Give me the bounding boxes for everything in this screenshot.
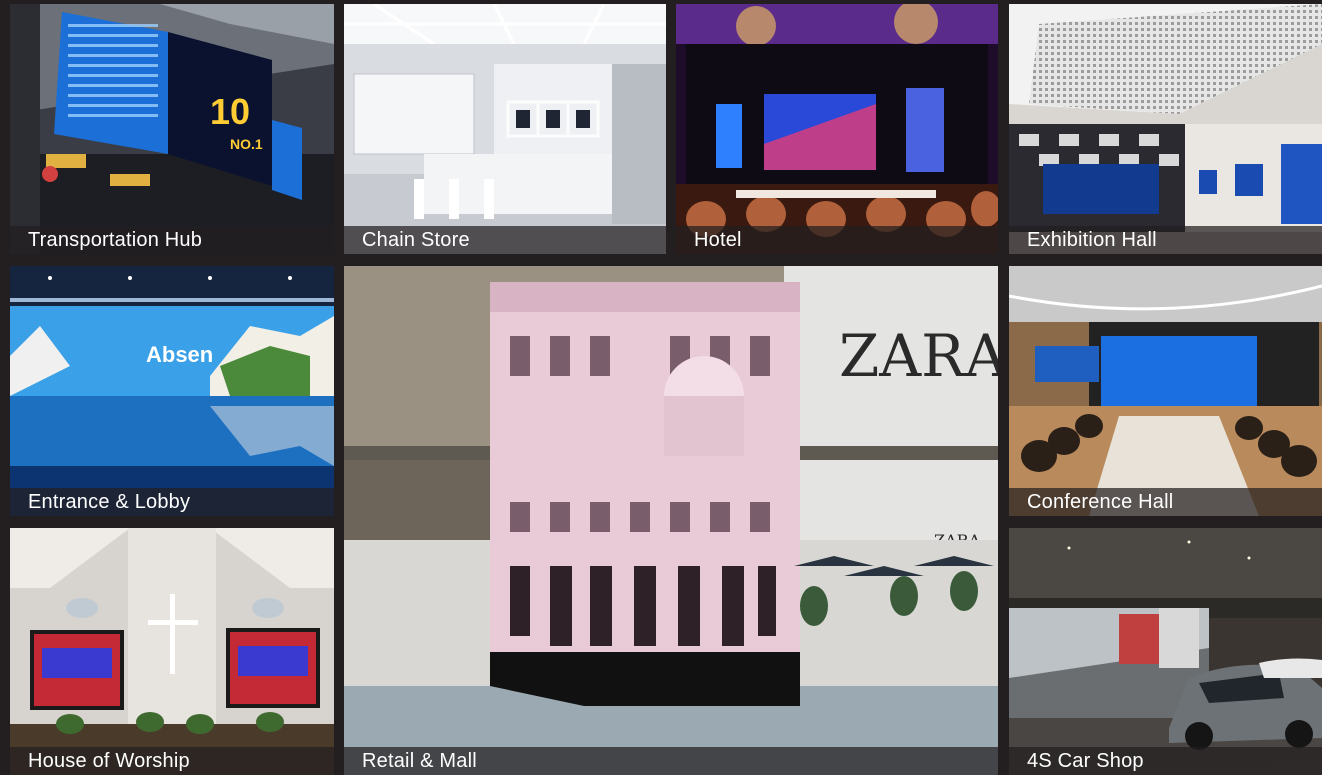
caption-bar: Retail & Mall [344,747,998,775]
tile-conference-hall[interactable]: Conference Hall [1009,266,1322,516]
tile-retail-mall[interactable]: ZARA ZARA Retail & Mall [344,266,998,775]
tile-label: 4S Car Shop [1027,750,1144,772]
retail-store-brand: ZARA [839,322,998,390]
chain-store-image [344,4,666,254]
hotel-image [676,4,998,254]
tile-label: House of Worship [28,750,190,772]
caption-bar: Exhibition Hall [1009,226,1322,254]
tile-label: Exhibition Hall [1027,229,1157,251]
retail-mall-image: ZARA ZARA [344,266,998,775]
car-shop-image [1009,528,1322,775]
caption-bar: House of Worship [10,747,334,775]
entrance-lobby-image: Absen [10,266,334,516]
lobby-screen-brand: Absen [146,342,213,367]
tile-chain-store[interactable]: Chain Store [344,4,666,254]
tile-label: Conference Hall [1027,491,1174,513]
caption-bar: Hotel [676,226,998,254]
tile-label: Entrance & Lobby [28,491,191,513]
tile-transportation-hub[interactable]: 10 NO.1 Transportation Hub [10,4,334,254]
house-of-worship-image [10,528,334,775]
tile-house-of-worship[interactable]: House of Worship [10,528,334,775]
transport-screen-subtext: NO.1 [230,136,263,152]
tile-hotel[interactable]: Hotel [676,4,998,254]
tile-label: Chain Store [362,229,470,251]
tile-label: Hotel [694,229,742,251]
caption-bar: Entrance & Lobby [10,488,334,516]
tile-4s-car-shop[interactable]: 4S Car Shop [1009,528,1322,775]
tile-label: Transportation Hub [28,229,203,251]
caption-bar: Chain Store [344,226,666,254]
caption-bar: 4S Car Shop [1009,747,1322,775]
conference-hall-image [1009,266,1322,516]
tile-exhibition-hall[interactable]: Exhibition Hall [1009,4,1322,254]
transportation-hub-image: 10 NO.1 [10,4,334,254]
tile-entrance-lobby[interactable]: Absen Entrance & Lobby [10,266,334,516]
caption-bar: Conference Hall [1009,488,1322,516]
transport-screen-number: 10 [210,91,250,132]
tile-label: Retail & Mall [362,750,477,772]
caption-bar: Transportation Hub [10,226,334,254]
exhibition-hall-image [1009,4,1322,254]
